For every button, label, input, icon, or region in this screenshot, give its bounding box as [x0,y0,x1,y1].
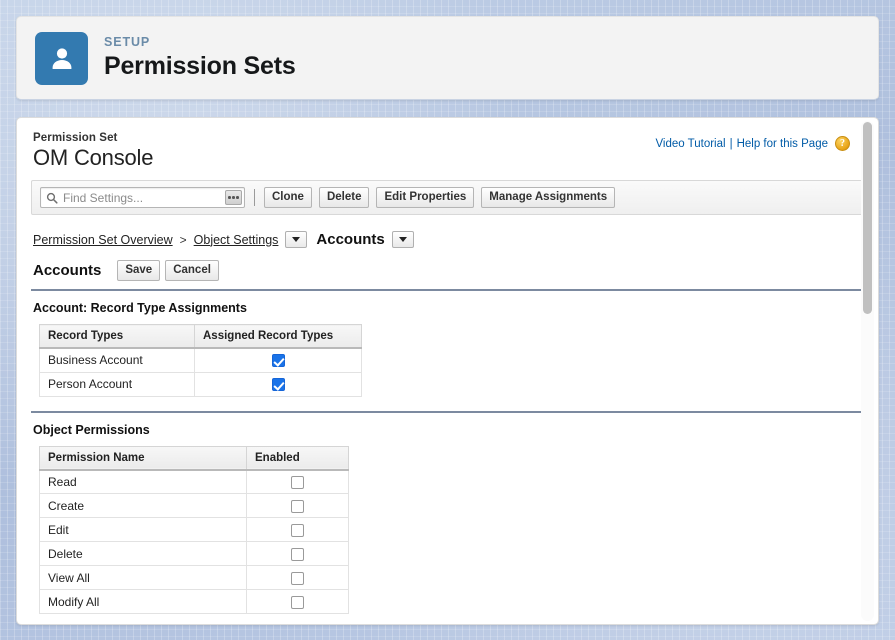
object-settings-chevron-down-icon[interactable] [285,231,308,248]
vertical-scrollbar-thumb[interactable] [863,122,872,314]
record-type-assignments-title: Account: Record Type Assignments [33,301,247,315]
checkbox-delete-enabled[interactable] [291,547,304,561]
record-type-assignments-table: Record Types Assigned Record Types Busin… [39,324,362,397]
section-actions: Save Cancel [117,260,219,281]
permission-name: View All [39,565,247,590]
save-button[interactable]: Save [117,260,161,281]
checkbox-view-all-enabled[interactable] [291,571,304,585]
breadcrumb-permission-set-overview[interactable]: Permission Set Overview [33,233,173,247]
section-title: Accounts [33,262,102,279]
setup-title-group: SETUP Permission Sets [104,34,296,80]
cancel-button[interactable]: Cancel [165,260,219,281]
setup-eyebrow: SETUP [104,34,151,49]
section-header: Accounts Save Cancel [31,260,864,291]
checkbox-read-enabled[interactable] [291,475,304,489]
help-for-this-page-link[interactable]: Help for this Page [737,138,828,150]
video-tutorial-link[interactable]: Video Tutorial [655,138,725,150]
section-divider [31,410,864,413]
main-content-card: Permission Set OM Console Video Tutorial… [16,117,879,625]
edit-properties-button[interactable]: Edit Properties [376,187,475,208]
breadcrumb-current-accounts: Accounts [316,231,385,248]
manage-assignments-button[interactable]: Manage Assignments [481,187,616,208]
permission-enabled-cell [246,469,349,494]
permission-name: Create [39,493,247,518]
column-header-record-types: Record Types [39,324,195,349]
permission-enabled-cell [246,541,349,566]
setup-header-card: SETUP Permission Sets [16,16,879,100]
help-icon[interactable]: ? [835,136,850,151]
table-row: Business Account [39,347,362,373]
table-header-row: Record Types Assigned Record Types [39,324,362,349]
delete-button[interactable]: Delete [318,187,370,208]
column-header-assigned-record-types: Assigned Record Types [194,324,362,349]
permission-name: Delete [39,541,247,566]
checkbox-modify-all-enabled[interactable] [291,595,304,609]
pagehead-links: Video Tutorial | Help for this Page ? [655,136,850,151]
table-row: Delete [39,541,349,566]
record-type-name: Person Account [39,371,195,397]
toolbar: Clone Delete Edit Properties Manage Assi… [31,180,864,215]
accounts-chevron-down-icon[interactable] [391,231,414,248]
object-permissions-table: Permission Name Enabled Read Create Edit… [39,445,349,614]
vertical-scrollbar-track[interactable] [861,121,874,621]
record-type-assigned-cell [194,347,362,373]
page-title: Permission Sets [104,51,296,80]
search-field-wrapper[interactable] [40,187,245,208]
table-row: Create [39,493,349,518]
card-inner: Permission Set OM Console Video Tutorial… [17,118,878,624]
permission-enabled-cell [246,493,349,518]
table-row: Person Account [39,371,362,397]
breadcrumb-separator: > [179,232,187,247]
checkbox-business-account-assigned[interactable] [271,354,285,368]
permission-enabled-cell [246,565,349,590]
search-icon [46,192,58,204]
checkbox-create-enabled[interactable] [291,499,304,513]
breadcrumb: Permission Set Overview > Object Setting… [31,231,864,248]
checkbox-person-account-assigned[interactable] [271,378,285,392]
table-row: View All [39,565,349,590]
link-separator: | [729,137,733,150]
table-row: Modify All [39,589,349,614]
clone-button[interactable]: Clone [264,187,312,208]
ellipsis-icon[interactable] [225,190,242,205]
permission-name: Edit [39,517,247,542]
record-type-assigned-cell [194,371,362,397]
permission-name: Modify All [39,589,247,614]
object-permissions-title: Object Permissions [33,422,150,437]
permission-enabled-cell [246,517,349,542]
table-row: Read [39,469,349,494]
table-row: Edit [39,517,349,542]
column-header-enabled: Enabled [246,445,349,471]
record-type-name: Business Account [39,347,195,373]
table-header-row: Permission Name Enabled [39,445,349,471]
permission-name: Read [39,469,247,494]
permission-enabled-cell [246,589,349,614]
breadcrumb-object-settings[interactable]: Object Settings [194,233,279,247]
pagehead: Permission Set OM Console Video Tutorial… [31,132,864,171]
search-input[interactable] [58,188,244,207]
checkbox-edit-enabled[interactable] [291,523,304,537]
column-header-permission-name: Permission Name [39,445,247,471]
toolbar-divider [254,189,255,206]
user-icon [35,31,88,85]
